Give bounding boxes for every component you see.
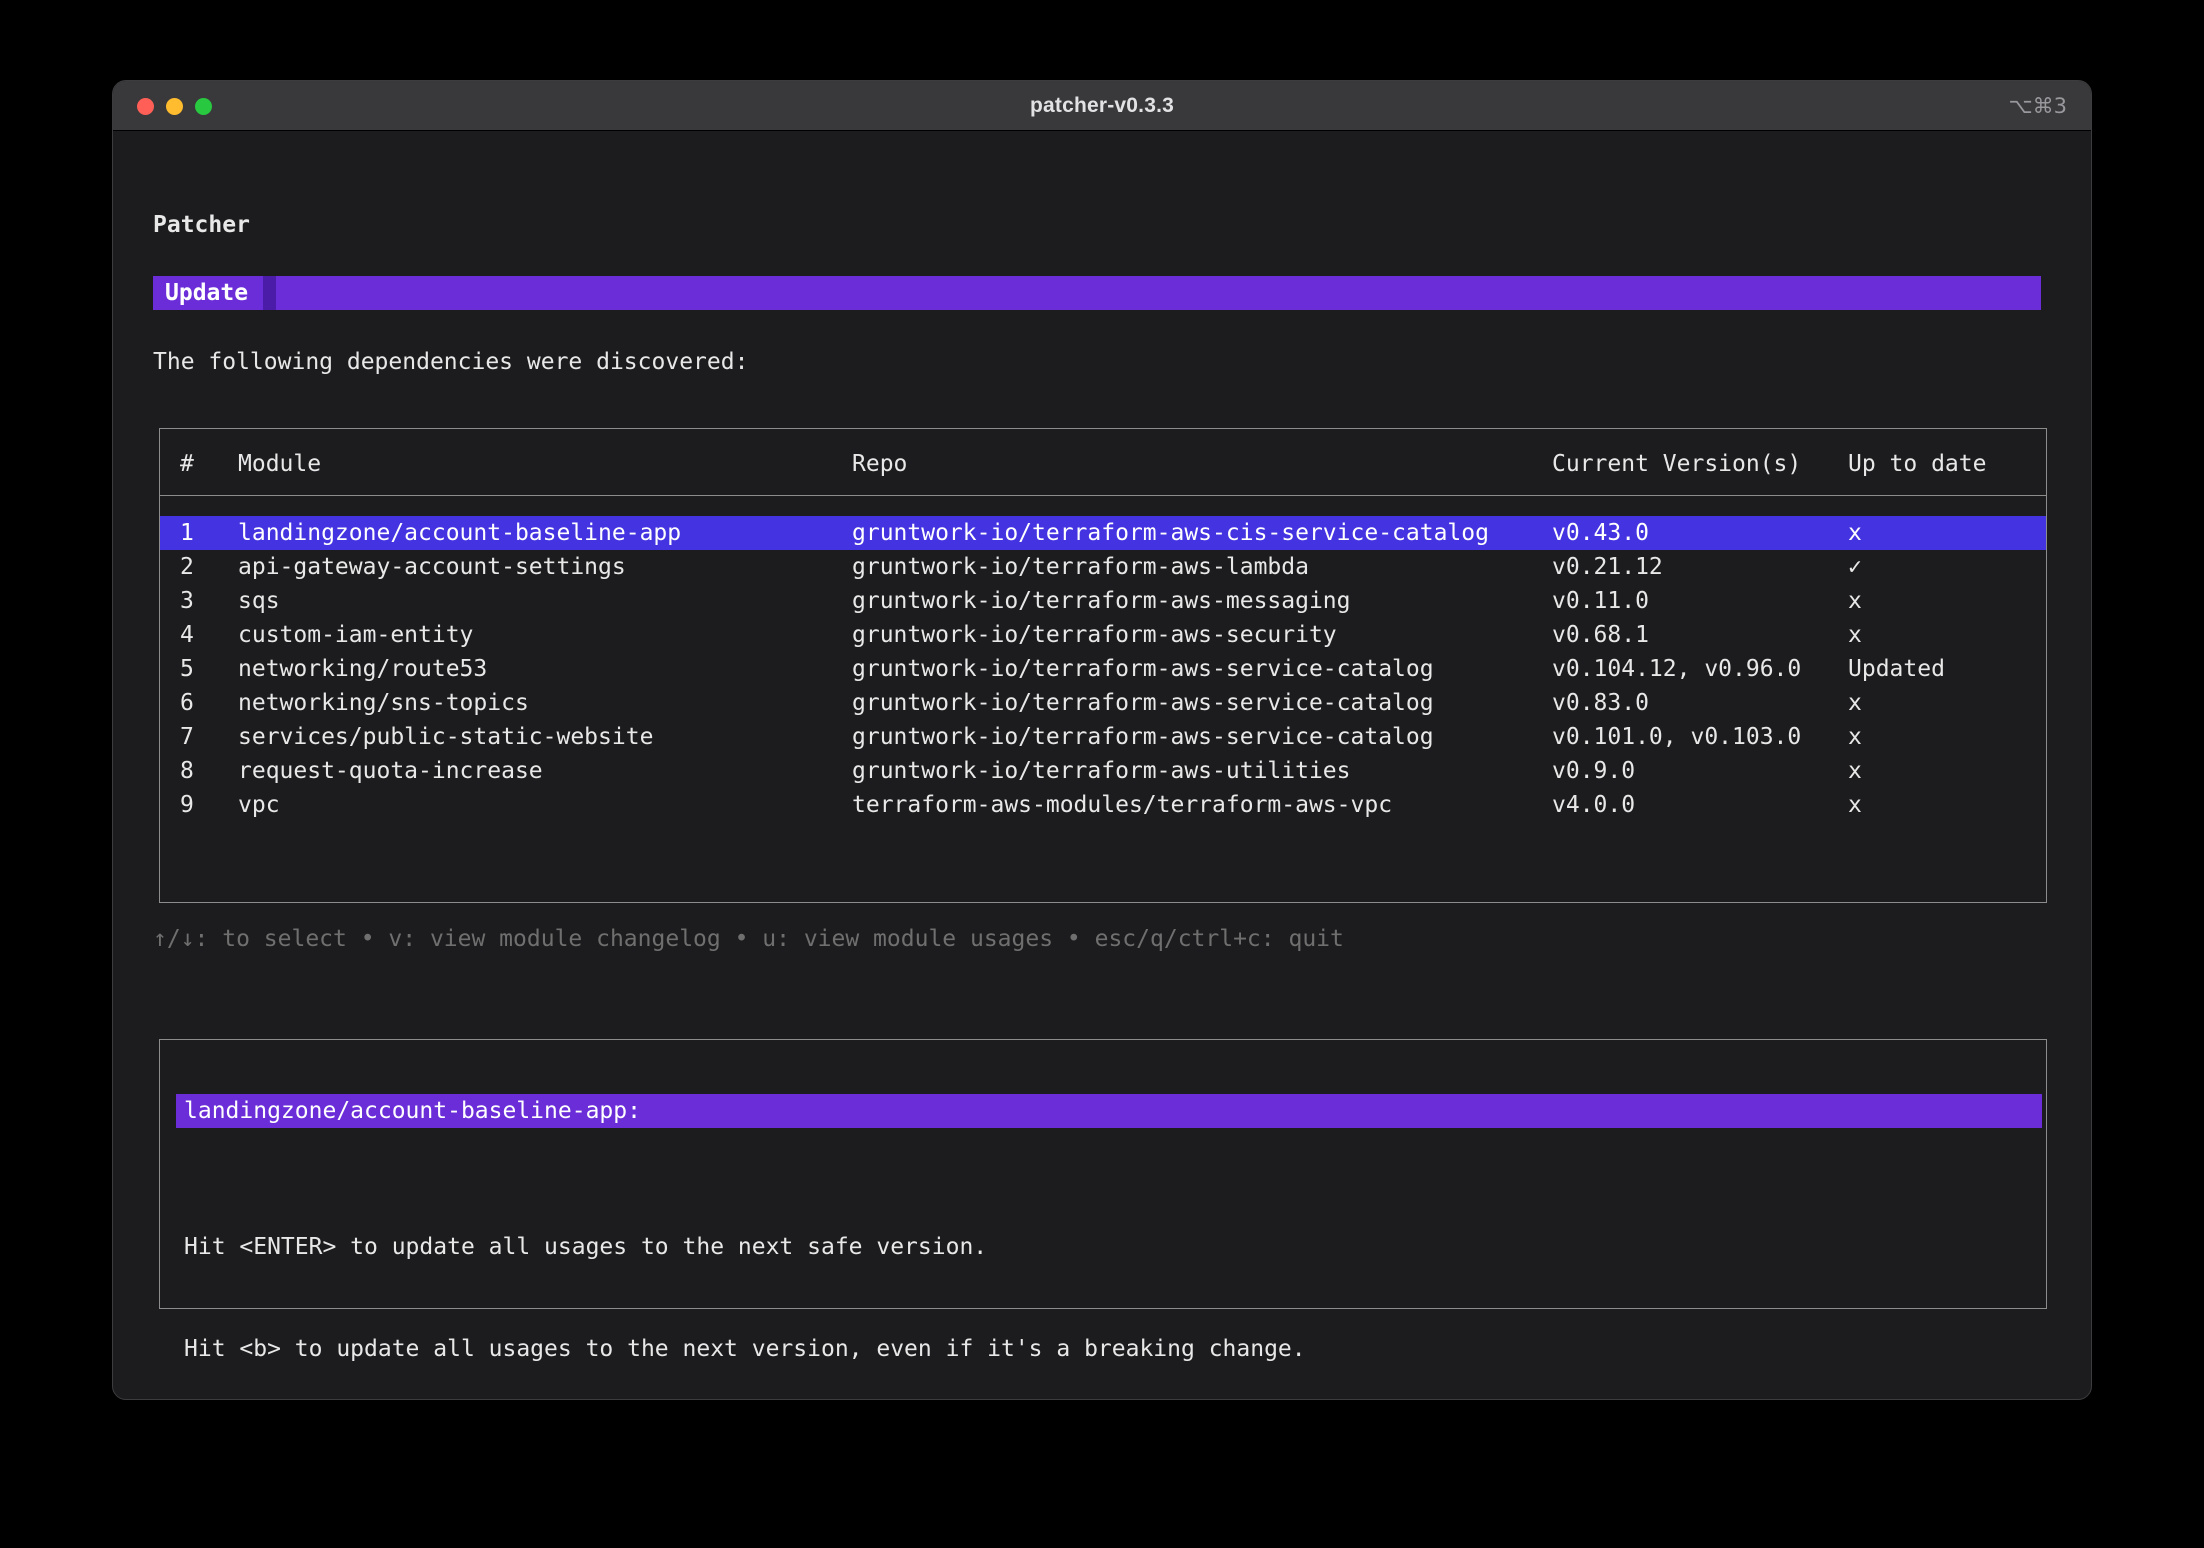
cell-module: networking/route53 [238,652,852,686]
cell-version: v4.0.0 [1552,788,1848,822]
cell-version: v0.83.0 [1552,686,1848,720]
help-bar: ↑/↓: to select • v: view module changelo… [153,922,1344,956]
cell-repo: gruntwork-io/terraform-aws-security [852,618,1552,652]
header-version: Current Version(s) [1552,447,1848,481]
header-module: Module [238,447,852,481]
cell-version: v0.9.0 [1552,754,1848,788]
cell-module: services/public-static-website [238,720,852,754]
tab-bar: Update [153,276,2041,310]
cell-module: api-gateway-account-settings [238,550,852,584]
cell-module: vpc [238,788,852,822]
minimize-button[interactable] [166,98,183,115]
cell-repo: gruntwork-io/terraform-aws-service-catal… [852,686,1552,720]
cell-status: Updated [1848,652,2046,686]
zoom-button[interactable] [195,98,212,115]
table-row[interactable]: 9vpcterraform-aws-modules/terraform-aws-… [160,788,2046,822]
table-row[interactable]: 8request-quota-increasegruntwork-io/terr… [160,754,2046,788]
cell-module: networking/sns-topics [238,686,852,720]
cell-version: v0.21.12 [1552,550,1848,584]
table-row[interactable]: 7services/public-static-websitegruntwork… [160,720,2046,754]
close-button[interactable] [137,98,154,115]
detail-instructions: Hit <ENTER> to update all usages to the … [184,1162,1306,1400]
table-rows: 1landingzone/account-baseline-appgruntwo… [160,516,2046,822]
cell-num: 9 [180,788,238,822]
cell-status: x [1848,584,2046,618]
table-row[interactable]: 4custom-iam-entitygruntwork-io/terraform… [160,618,2046,652]
window-titlebar[interactable]: patcher-v0.3.3 ⌥⌘3 [113,81,2091,131]
table-row[interactable]: 6networking/sns-topicsgruntwork-io/terra… [160,686,2046,720]
cell-status: x [1848,754,2046,788]
tab-separator [263,276,276,310]
cell-version: v0.11.0 [1552,584,1848,618]
traffic-lights [137,81,212,131]
cell-status: x [1848,686,2046,720]
cell-status: x [1848,516,2046,550]
cell-module: custom-iam-entity [238,618,852,652]
table-row[interactable]: 5networking/route53gruntwork-io/terrafor… [160,652,2046,686]
cell-version: v0.101.0, v0.103.0 [1552,720,1848,754]
cell-module: request-quota-increase [238,754,852,788]
cell-status: x [1848,618,2046,652]
cell-module: sqs [238,584,852,618]
header-up-to-date: Up to date [1848,447,2046,481]
cell-num: 7 [180,720,238,754]
header-repo: Repo [852,447,1552,481]
selected-module-line: landingzone/account-baseline-app: [176,1094,2042,1128]
cell-repo: gruntwork-io/terraform-aws-utilities [852,754,1552,788]
cell-version: v0.104.12, v0.96.0 [1552,652,1848,686]
cell-repo: gruntwork-io/terraform-aws-lambda [852,550,1552,584]
cell-version: v0.68.1 [1552,618,1848,652]
table-row[interactable]: 3sqsgruntwork-io/terraform-aws-messaging… [160,584,2046,618]
cell-num: 6 [180,686,238,720]
table-row[interactable]: 2api-gateway-account-settingsgruntwork-i… [160,550,2046,584]
dependency-table: # Module Repo Current Version(s) Up to d… [159,428,2047,903]
cell-module: landingzone/account-baseline-app [238,516,852,550]
table-row[interactable]: 1landingzone/account-baseline-appgruntwo… [160,516,2046,550]
cell-repo: gruntwork-io/terraform-aws-messaging [852,584,1552,618]
cell-num: 3 [180,584,238,618]
intro-text: The following dependencies were discover… [153,345,748,379]
terminal-content: Patcher Update The following dependencie… [113,132,2091,1399]
cell-status: x [1848,788,2046,822]
cell-num: 2 [180,550,238,584]
detail-line-breaking: Hit <b> to update all usages to the next… [184,1332,1306,1366]
window-shortcut-hint: ⌥⌘3 [2008,81,2067,131]
cell-status: ✓ [1848,550,2046,584]
tab-update[interactable]: Update [153,276,263,310]
cell-num: 5 [180,652,238,686]
cell-num: 4 [180,618,238,652]
cell-num: 8 [180,754,238,788]
cell-repo: gruntwork-io/terraform-aws-service-catal… [852,652,1552,686]
cell-repo: terraform-aws-modules/terraform-aws-vpc [852,788,1552,822]
cell-num: 1 [180,516,238,550]
window-title: patcher-v0.3.3 [1030,94,1174,118]
detail-line-enter: Hit <ENTER> to update all usages to the … [184,1230,1306,1264]
cell-status: x [1848,720,2046,754]
cell-repo: gruntwork-io/terraform-aws-cis-service-c… [852,516,1552,550]
detail-panel: landingzone/account-baseline-app: Hit <E… [159,1039,2047,1309]
header-num: # [180,447,238,481]
app-heading: Patcher [153,208,250,242]
header-separator [160,495,2046,496]
cell-version: v0.43.0 [1552,516,1848,550]
tab-bar-filler [276,276,2041,310]
table-header-row: # Module Repo Current Version(s) Up to d… [160,447,2046,481]
terminal-window: patcher-v0.3.3 ⌥⌘3 Patcher Update The fo… [112,80,2092,1400]
cell-repo: gruntwork-io/terraform-aws-service-catal… [852,720,1552,754]
